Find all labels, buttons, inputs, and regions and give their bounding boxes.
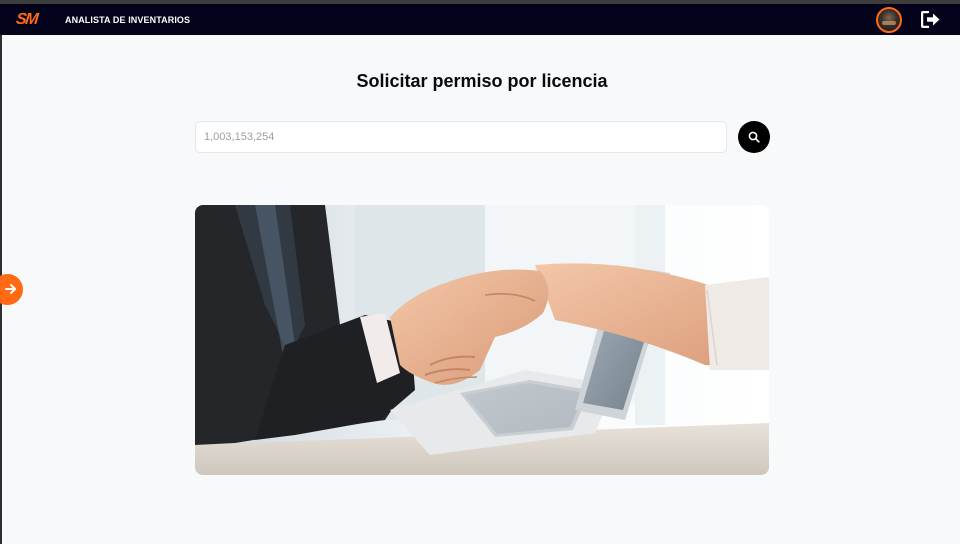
user-role-label: ANALISTA DE INVENTARIOS (65, 15, 191, 25)
search-input[interactable] (195, 121, 727, 153)
user-avatar[interactable] (876, 7, 902, 33)
brand-logo[interactable]: SM (15, 10, 38, 30)
top-navbar: SM ANALISTA DE INVENTARIOS (0, 4, 960, 35)
sidebar-toggle-button[interactable] (0, 274, 23, 305)
page-title: Solicitar permiso por licencia (356, 71, 608, 91)
arrow-right-icon (5, 284, 16, 294)
hero-image-handshake (195, 205, 769, 475)
logout-icon (920, 10, 940, 29)
logout-button[interactable] (920, 10, 941, 29)
search-icon (748, 131, 760, 143)
search-button[interactable] (738, 121, 770, 153)
